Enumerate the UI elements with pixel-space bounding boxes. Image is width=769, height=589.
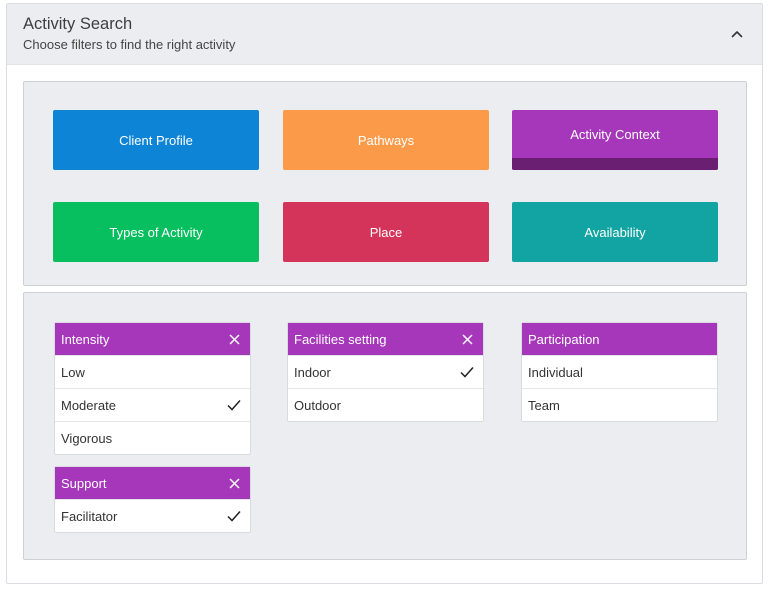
chevron-up-icon <box>731 31 743 38</box>
filter-option-individual[interactable]: Individual <box>522 355 717 388</box>
filter-title: Support <box>61 475 107 491</box>
category-pathways-button[interactable]: Pathways <box>283 110 489 170</box>
category-label: Place <box>369 224 403 240</box>
filter-title: Facilities setting <box>294 331 387 347</box>
filter-participation: Participation Individual Team <box>521 322 718 422</box>
filter-header: Intensity <box>55 323 250 355</box>
filter-option-low[interactable]: Low <box>55 355 250 388</box>
category-activity-context-button[interactable]: Activity Context <box>512 110 718 170</box>
category-label: Activity Context <box>570 126 660 142</box>
page-subtitle: Choose filters to find the right activit… <box>23 37 236 52</box>
option-label: Outdoor <box>294 397 341 413</box>
checkmark-icon <box>227 400 241 411</box>
category-label: Types of Activity <box>109 224 203 240</box>
activity-search-card: Activity Search Choose filters to find t… <box>6 3 763 584</box>
filter-option-outdoor[interactable]: Outdoor <box>288 388 483 421</box>
filter-option-team[interactable]: Team <box>522 388 717 421</box>
option-label: Low <box>61 364 85 380</box>
filter-title: Intensity <box>61 331 110 347</box>
category-types-of-activity-button[interactable]: Types of Activity <box>53 202 259 262</box>
filter-option-moderate[interactable]: Moderate <box>55 388 250 421</box>
option-label: Vigorous <box>61 430 113 446</box>
filter-option-facilitator[interactable]: Facilitator <box>55 499 250 532</box>
category-availability-button[interactable]: Availability <box>512 202 718 262</box>
filter-option-vigorous[interactable]: Vigorous <box>55 421 250 454</box>
checkmark-icon <box>227 511 241 522</box>
collapse-button[interactable] <box>725 22 749 46</box>
filter-title: Participation <box>528 331 600 347</box>
filter-facilities-setting: Facilities setting Indoor Outdoor <box>287 322 484 422</box>
close-icon <box>228 333 240 345</box>
category-client-profile-button[interactable]: Client Profile <box>53 110 259 170</box>
close-icon <box>461 333 473 345</box>
active-indicator <box>512 158 718 170</box>
filter-header: Support <box>55 467 250 499</box>
option-label: Indoor <box>294 364 331 380</box>
remove-support-button[interactable] <box>227 476 241 490</box>
remove-intensity-button[interactable] <box>227 332 241 346</box>
filter-intensity: Intensity Low Moderate Vigorous <box>54 322 251 455</box>
category-label: Client Profile <box>119 132 193 148</box>
option-label: Team <box>528 397 560 413</box>
close-icon <box>228 477 240 489</box>
option-label: Individual <box>528 364 583 380</box>
category-panel: Client Profile Pathways Activity Context… <box>23 81 747 286</box>
remove-facilities-setting-button[interactable] <box>460 332 474 346</box>
category-place-button[interactable]: Place <box>283 202 489 262</box>
category-label: Pathways <box>357 132 415 148</box>
selected-filters-panel: Intensity Low Moderate Vigorous Faciliti… <box>23 292 747 560</box>
page-title: Activity Search <box>23 15 133 33</box>
card-header[interactable]: Activity Search Choose filters to find t… <box>7 4 762 65</box>
filter-support: Support Facilitator <box>54 466 251 533</box>
checkmark-icon <box>460 367 474 378</box>
option-label: Moderate <box>61 397 116 413</box>
option-label: Facilitator <box>61 508 118 524</box>
category-label: Availability <box>584 224 646 240</box>
filter-header: Facilities setting <box>288 323 483 355</box>
filter-header: Participation <box>522 323 717 355</box>
filter-option-indoor[interactable]: Indoor <box>288 355 483 388</box>
